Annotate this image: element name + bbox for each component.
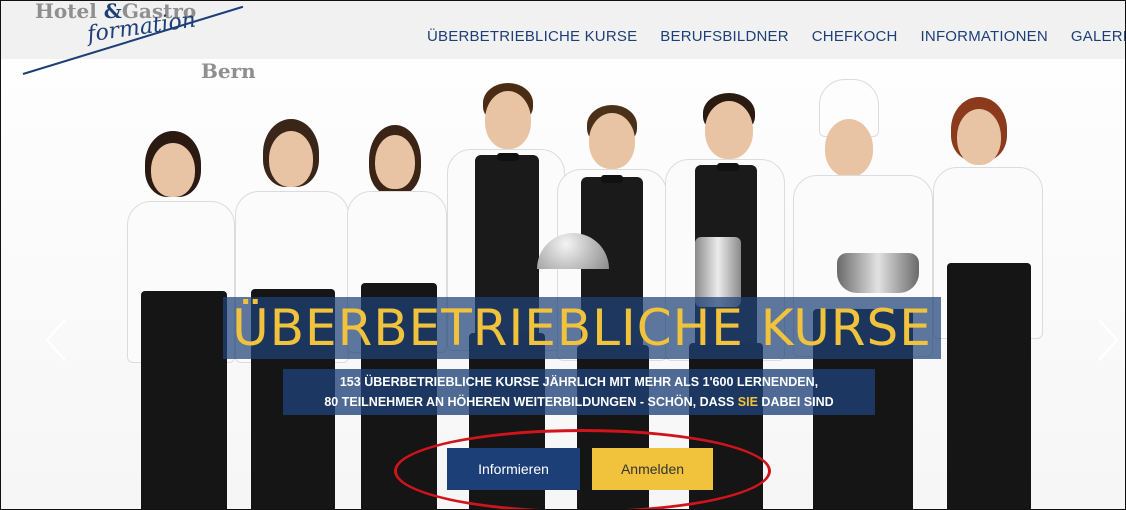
cooking-pot — [837, 253, 919, 293]
hero-subtitle-line-1: 153 ÜBERBETRIEBLICHE KURSE JÄHRLICH MIT … — [339, 375, 819, 389]
chevron-left-icon — [45, 319, 66, 361]
browser-viewport: Hotel &Gastro formation Bern ÜBERBETRIEB… — [0, 0, 1126, 510]
slider-next-button[interactable] — [1095, 317, 1121, 363]
informieren-button[interactable]: Informieren — [447, 448, 580, 490]
hero-subtitle: 153 ÜBERBETRIEBLICHE KURSE JÄHRLICH MIT … — [283, 369, 875, 415]
staff-figure — [933, 97, 1043, 509]
nav-item-chefkoch[interactable]: CHEFKOCH — [812, 28, 898, 50]
highlight-sie: SIE — [737, 395, 758, 409]
site-logo[interactable]: Hotel &Gastro formation Bern — [22, 1, 256, 107]
staff-figure — [127, 131, 237, 509]
hero-headline: ÜBERBETRIEBLICHE KURSE — [223, 297, 941, 359]
site-header: Hotel &Gastro formation Bern ÜBERBETRIEB… — [1, 1, 1125, 83]
anmelden-button[interactable]: Anmelden — [592, 448, 713, 490]
nav-item-informationen[interactable]: INFORMATIONEN — [921, 28, 1048, 50]
hero-subtitle-line-2: 80 TEILNEHMER AN HÖHEREN WEITERBILDUNGEN… — [324, 395, 834, 409]
staff-figure — [793, 79, 933, 509]
logo-city: Bern — [201, 59, 256, 83]
nav-item-ueberbetriebliche-kurse[interactable]: ÜBERBETRIEBLICHE KURSE — [427, 28, 637, 50]
chevron-right-icon — [1098, 319, 1119, 361]
nav-item-berufsbildner[interactable]: BERUFSBILDNER — [660, 28, 788, 50]
nav-item-galerien[interactable]: GALERIEN — [1071, 28, 1125, 50]
main-nav: ÜBERBETRIEBLICHE KURSE BERUFSBILDNER CHE… — [427, 28, 1125, 50]
slider-prev-button[interactable] — [43, 317, 69, 363]
